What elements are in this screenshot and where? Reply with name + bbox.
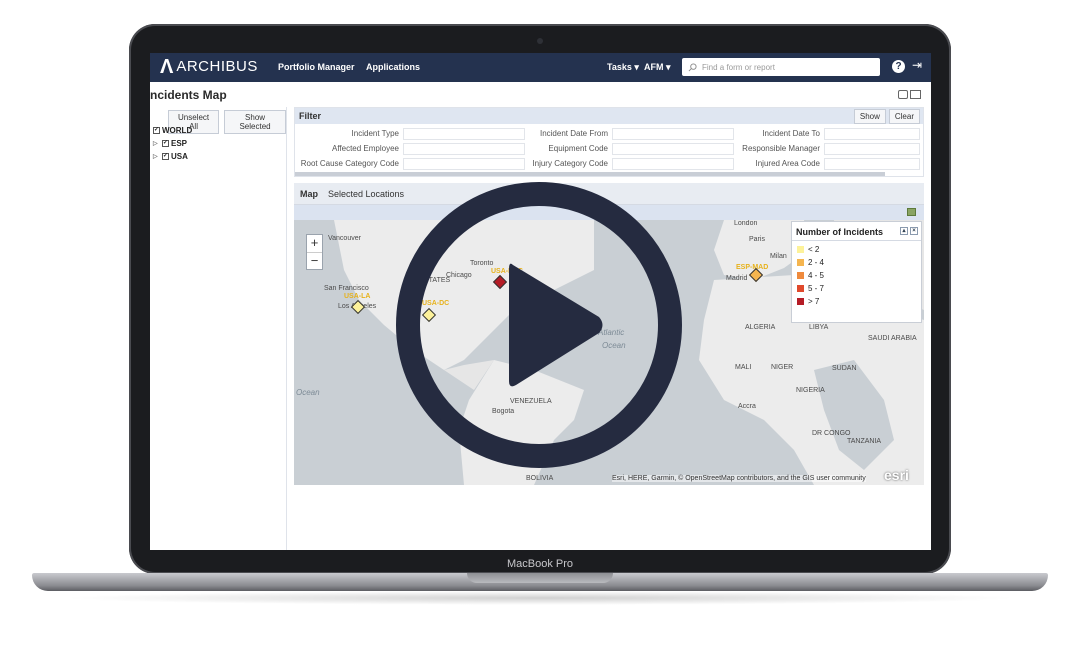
map-label: SUDAN <box>832 365 857 372</box>
filter-panel: Filter Show Clear Incident Type Incident… <box>294 107 924 177</box>
legend-swatch <box>797 272 804 279</box>
map-label: LIBYA <box>809 324 829 331</box>
laptop-stage: Λ ARCHIBUS Portfolio Manager Application… <box>0 0 1080 648</box>
nav-applications[interactable]: Applications <box>366 62 420 72</box>
map-label: Milan <box>770 253 787 260</box>
help-icon[interactable]: ? <box>892 60 905 73</box>
map-label: MALI <box>735 364 752 371</box>
legend-row: > 7 <box>797 297 921 306</box>
label-responsible-manager: Responsible Manager <box>742 144 820 153</box>
label-incident-type: Incident Type <box>351 129 399 138</box>
ocean-label: Ocean <box>296 388 320 397</box>
label-affected-employee: Affected Employee <box>331 144 399 153</box>
tree-item-world[interactable]: ✓ WORLD <box>153 126 192 135</box>
legend-swatch <box>797 298 804 305</box>
label-incident-date-to: Incident Date To <box>762 129 820 138</box>
zoom-in-button[interactable]: + <box>307 235 322 252</box>
map-label: Vancouver <box>328 235 361 242</box>
nav-afm-menu[interactable]: AFM ▾ <box>644 62 671 73</box>
map-label: SAUDI ARABIA <box>868 335 917 342</box>
map-label: London <box>734 220 758 227</box>
legend-row: 5 - 7 <box>797 284 921 293</box>
map-label: BOLIVIA <box>526 475 554 482</box>
device-label: MacBook Pro <box>506 558 574 570</box>
search-box[interactable] <box>682 58 880 76</box>
label-injury-category: Injury Category Code <box>532 159 608 168</box>
camera-icon <box>537 38 543 44</box>
responsible-manager-input[interactable] <box>824 143 920 155</box>
laptop-notch <box>467 573 613 583</box>
incident-date-to-input[interactable] <box>824 128 920 140</box>
logout-icon[interactable]: ⇥ <box>912 58 922 72</box>
basemap-layers-icon[interactable] <box>907 208 916 216</box>
show-button[interactable]: Show <box>853 109 886 124</box>
map-label: NIGERIA <box>796 387 825 394</box>
label-injured-area: Injured Area Code <box>755 159 821 168</box>
play-video-button[interactable] <box>391 177 687 473</box>
map-label: Paris <box>749 236 765 243</box>
filter-header: Filter Show Clear <box>295 108 923 124</box>
legend-swatch <box>797 246 804 253</box>
location-tree-panel: Unselect All Show Selected ✓ WORLD ▷ ✓ ESP … <box>150 107 287 550</box>
legend-swatch <box>797 285 804 292</box>
map-label: San Francisco <box>324 285 369 292</box>
tree-item-esp[interactable]: ▷ ✓ ESP <box>153 139 187 148</box>
checkbox-icon[interactable]: ✓ <box>162 140 169 147</box>
archibus-logo-icon: Λ <box>160 56 174 78</box>
checkbox-icon[interactable]: ✓ <box>153 127 160 134</box>
search-input[interactable] <box>702 62 872 72</box>
injured-area-input[interactable] <box>824 158 920 170</box>
zoom-control: + − <box>306 234 323 270</box>
show-selected-button[interactable]: Show Selected <box>224 110 286 134</box>
label-root-cause-category: Root Cause Category Code <box>300 159 399 168</box>
play-icon <box>509 263 603 387</box>
tree-item-usa[interactable]: ▷ ✓ USA <box>153 152 188 161</box>
legend-header: Number of Incidents ▴ × <box>792 222 921 241</box>
filter-scrollbar[interactable] <box>295 172 885 176</box>
legend-row: 4 - 5 <box>797 271 921 280</box>
map-legend: Number of Incidents ▴ × < 2 2 - 4 4 - 5 … <box>791 221 922 323</box>
label-equipment-code: Equipment Code <box>548 144 608 153</box>
expand-icon[interactable]: ▷ <box>153 153 160 160</box>
map-attribution: Esri, HERE, Garmin, © OpenStreetMap cont… <box>612 475 866 482</box>
legend-row: < 2 <box>797 245 921 254</box>
map-label: NIGER <box>771 364 794 371</box>
close-icon[interactable]: × <box>910 227 918 235</box>
legend-row: 2 - 4 <box>797 258 921 267</box>
laptop-shadow <box>60 591 1020 605</box>
label-incident-date-from: Incident Date From <box>539 129 608 138</box>
archibus-logo[interactable]: Λ ARCHIBUS <box>160 57 258 77</box>
email-icon[interactable] <box>910 90 921 99</box>
expand-icon[interactable]: ▷ <box>153 140 160 147</box>
map-label: TANZANIA <box>847 438 882 445</box>
map-label: DR CONGO <box>812 430 851 437</box>
clear-button[interactable]: Clear <box>888 109 920 124</box>
map-label: Accra <box>738 403 756 410</box>
tab-map[interactable]: Map <box>300 189 318 199</box>
page-title: ncidents Map <box>150 88 227 102</box>
print-icon[interactable] <box>898 90 908 99</box>
top-nav: Λ ARCHIBUS Portfolio Manager Application… <box>150 53 931 82</box>
collapse-icon[interactable]: ▴ <box>900 227 908 235</box>
logo-text: ARCHIBUS <box>176 58 258 75</box>
esri-logo: esri <box>884 467 909 483</box>
legend-swatch <box>797 259 804 266</box>
nav-tasks-menu[interactable]: Tasks ▾ <box>607 62 639 73</box>
nav-portfolio-manager[interactable]: Portfolio Manager <box>278 62 355 72</box>
map-label: ALGERIA <box>745 324 776 331</box>
zoom-out-button[interactable]: − <box>307 252 322 269</box>
map-label: Madrid <box>726 275 748 282</box>
search-icon <box>688 62 697 71</box>
checkbox-icon[interactable]: ✓ <box>162 153 169 160</box>
